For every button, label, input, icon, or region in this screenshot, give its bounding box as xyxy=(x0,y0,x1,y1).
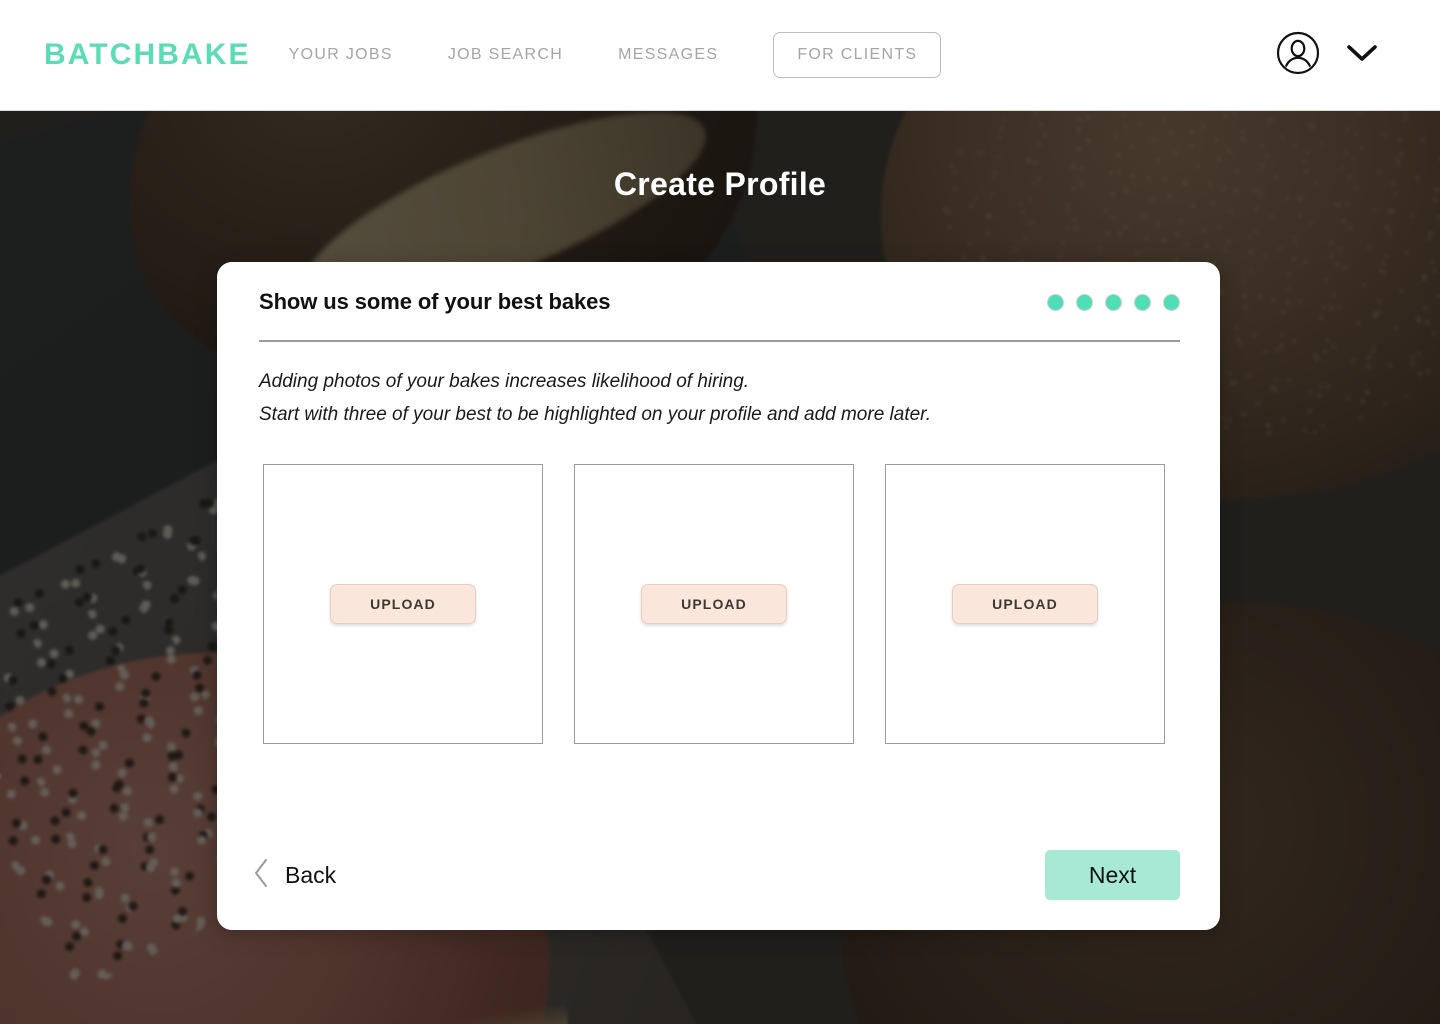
progress-dot-3[interactable] xyxy=(1105,293,1122,311)
next-button[interactable]: Next xyxy=(1045,850,1180,900)
description-line-2: Start with three of your best to be high… xyxy=(259,404,932,425)
back-label: Back xyxy=(285,861,337,888)
card-description: Adding photos of your bakes increases li… xyxy=(259,365,931,431)
card-divider xyxy=(259,340,1180,342)
card-header: Show us some of your best bakes xyxy=(259,289,1180,315)
nav-item-your-jobs[interactable]: YOUR JOBS xyxy=(289,46,393,64)
header-account-area xyxy=(1276,31,1378,80)
description-line-1: Adding photos of your bakes increases li… xyxy=(259,371,750,392)
upload-slot-2[interactable]: UPLOAD xyxy=(574,464,854,744)
chevron-down-icon[interactable] xyxy=(1346,43,1378,68)
for-clients-button[interactable]: FOR CLIENTS xyxy=(773,32,942,78)
upload-button-1[interactable]: UPLOAD xyxy=(330,584,476,624)
nav-item-job-search[interactable]: JOB SEARCH xyxy=(448,46,563,64)
card-footer: Back Next xyxy=(251,850,1180,900)
back-button[interactable]: Back xyxy=(251,857,336,894)
progress-dots xyxy=(1047,293,1180,311)
nav-item-messages[interactable]: MESSAGES xyxy=(618,46,718,64)
brand-logo[interactable]: BATCHBAKE xyxy=(44,38,251,72)
chevron-left-icon xyxy=(251,857,271,894)
site-header: BATCHBAKE YOUR JOBS JOB SEARCH MESSAGES … xyxy=(0,0,1440,111)
upload-slot-3[interactable]: UPLOAD xyxy=(885,464,1165,744)
create-profile-card: Show us some of your best bakes Adding p… xyxy=(217,262,1220,930)
app-root: BATCHBAKE YOUR JOBS JOB SEARCH MESSAGES … xyxy=(0,0,1440,1024)
progress-dot-2[interactable] xyxy=(1076,293,1093,311)
upload-slots: UPLOAD UPLOAD UPLOAD xyxy=(263,464,1165,744)
upload-button-3[interactable]: UPLOAD xyxy=(952,584,1098,624)
upload-slot-1[interactable]: UPLOAD xyxy=(263,464,543,744)
upload-button-2[interactable]: UPLOAD xyxy=(641,584,787,624)
progress-dot-4[interactable] xyxy=(1134,293,1151,311)
progress-dot-1[interactable] xyxy=(1047,293,1064,311)
page-title: Create Profile xyxy=(613,166,827,202)
progress-dot-5[interactable] xyxy=(1163,293,1180,311)
main-nav: YOUR JOBS JOB SEARCH MESSAGES FOR CLIENT… xyxy=(289,32,942,78)
card-title: Show us some of your best bakes xyxy=(259,289,611,314)
user-avatar-icon[interactable] xyxy=(1276,31,1320,80)
